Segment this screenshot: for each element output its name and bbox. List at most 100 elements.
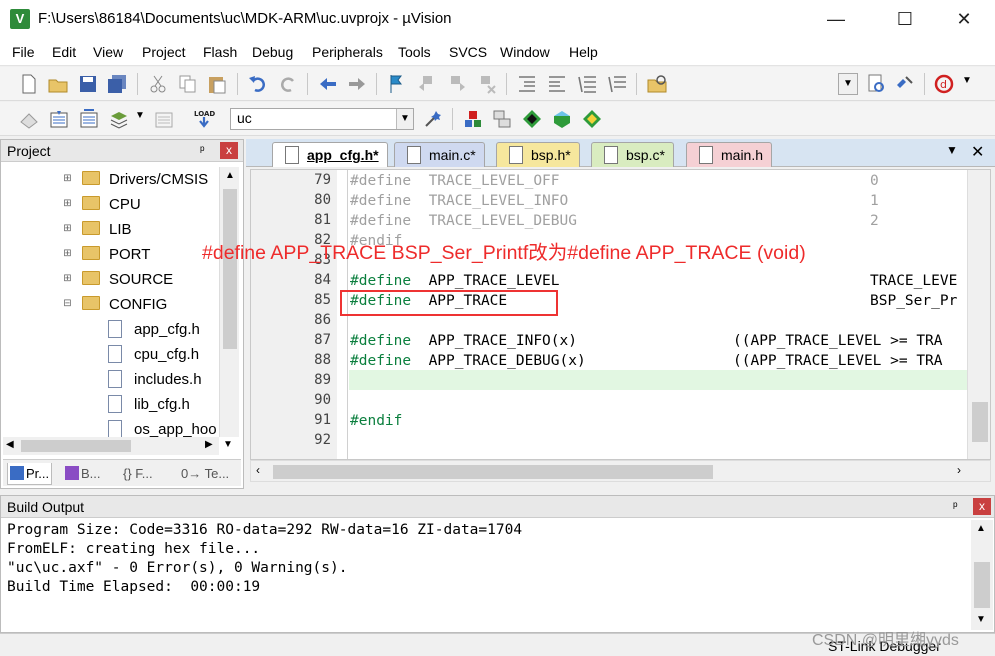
save-icon[interactable] — [77, 73, 99, 95]
batch-build-icon[interactable] — [108, 108, 130, 130]
code-horizontal-scrollbar[interactable]: ‹ › — [250, 460, 991, 482]
unindent-icon[interactable] — [546, 73, 568, 95]
pack-installer-icon[interactable] — [581, 108, 603, 130]
tree-folder-config[interactable]: ⊟ CONFIG — [1, 292, 221, 317]
tree-folder-source[interactable]: ⊞ SOURCE — [1, 267, 221, 292]
expand-icon[interactable]: ⊞ — [63, 174, 72, 184]
menu-window[interactable]: Window — [500, 44, 550, 60]
scroll-left-icon[interactable]: ‹ — [256, 463, 260, 477]
copy-icon[interactable] — [177, 73, 199, 95]
pin-icon[interactable]: ᵖ — [953, 499, 958, 513]
scroll-right-icon[interactable]: › — [957, 463, 961, 477]
target-dropdown-icon[interactable]: ▼ — [396, 109, 413, 129]
manage-multi-project-icon[interactable] — [491, 108, 513, 130]
close-window-button[interactable]: ✕ — [941, 0, 987, 38]
scroll-down-icon[interactable]: ▼ — [976, 614, 986, 625]
tab-bsp-c[interactable]: bsp.c* — [591, 142, 674, 167]
scroll-down-icon[interactable]: ▼ — [223, 439, 233, 450]
scroll-left-icon[interactable]: ◀ — [6, 439, 14, 450]
select-software-packs-icon[interactable] — [551, 108, 573, 130]
scrollbar-thumb[interactable] — [223, 189, 237, 349]
tab-functions[interactable]: {} F... — [121, 463, 155, 485]
code-vertical-scrollbar[interactable] — [967, 170, 990, 459]
stop-build-icon[interactable] — [153, 108, 175, 130]
pin-icon[interactable]: ᵖ — [200, 143, 205, 157]
close-pane-icon[interactable]: x — [973, 498, 991, 515]
save-all-icon[interactable] — [106, 73, 128, 95]
tab-main-c[interactable]: main.c* — [394, 142, 485, 167]
scrollbar-thumb[interactable] — [972, 402, 988, 442]
build-output-scrollbar[interactable]: ▲ ▼ — [971, 520, 993, 630]
manage-project-items-icon[interactable] — [462, 108, 484, 130]
tree-file-lib-cfg-h[interactable]: lib_cfg.h — [1, 392, 221, 417]
menu-help[interactable]: Help — [569, 44, 598, 60]
new-file-icon[interactable] — [18, 73, 40, 95]
menu-file[interactable]: File — [12, 44, 35, 60]
redo-icon[interactable] — [277, 73, 299, 95]
expand-icon[interactable]: ⊞ — [63, 224, 72, 234]
menu-flash[interactable]: Flash — [203, 44, 237, 60]
menu-edit[interactable]: Edit — [52, 44, 76, 60]
tree-vertical-scrollbar[interactable]: ▲ — [219, 167, 239, 437]
comment-icon[interactable] — [576, 73, 598, 95]
target-options-icon[interactable] — [422, 108, 444, 130]
scrollbar-thumb[interactable] — [21, 440, 131, 452]
rebuild-icon[interactable] — [78, 108, 100, 130]
menu-svcs[interactable]: SVCS — [449, 44, 487, 60]
tab-main-h[interactable]: main.h — [686, 142, 773, 167]
scrollbar-thumb[interactable] — [273, 465, 713, 479]
find-replace-icon[interactable] — [894, 73, 916, 95]
manage-run-time-environment-icon[interactable] — [521, 108, 543, 130]
menu-tools[interactable]: Tools — [398, 44, 431, 60]
target-select[interactable]: uc ▼ — [230, 108, 414, 130]
maximize-button[interactable]: ☐ — [882, 0, 928, 38]
tree-folder-drivers-cmsis[interactable]: ⊞ Drivers/CMSIS — [1, 167, 221, 192]
minimize-button[interactable]: — — [813, 0, 859, 38]
nav-back-icon[interactable] — [317, 73, 339, 95]
bookmark-next-icon[interactable] — [446, 73, 468, 95]
find-in-files-icon[interactable] — [646, 73, 668, 95]
translate-icon[interactable] — [18, 108, 40, 130]
indent-icon[interactable] — [516, 73, 538, 95]
incremental-find-icon[interactable] — [865, 73, 887, 95]
tree-file-cpu-cfg-h[interactable]: cpu_cfg.h — [1, 342, 221, 367]
debug-dropdown-icon[interactable]: ▼ — [962, 75, 972, 86]
expand-icon[interactable]: ⊞ — [63, 199, 72, 209]
build-icon[interactable] — [48, 108, 70, 130]
bookmark-prev-icon[interactable] — [416, 73, 438, 95]
tree-folder-lib[interactable]: ⊞ LIB — [1, 217, 221, 242]
tab-bsp-h[interactable]: bsp.h* — [496, 142, 580, 167]
find-combo-dropdown[interactable]: ▼ — [838, 73, 858, 95]
menu-project[interactable]: Project — [142, 44, 186, 60]
load-flash-icon[interactable]: LOAD — [193, 108, 215, 130]
tab-books[interactable]: B... — [63, 463, 103, 485]
scrollbar-thumb[interactable] — [974, 562, 990, 608]
tree-horizontal-scrollbar[interactable]: ◀ ▶ — [3, 437, 219, 455]
uncomment-icon[interactable] — [606, 73, 628, 95]
collapse-icon[interactable]: ⊟ — [63, 299, 72, 309]
menu-peripherals[interactable]: Peripherals — [312, 44, 383, 60]
scroll-up-icon[interactable]: ▲ — [976, 523, 986, 534]
tab-app-cfg-h[interactable]: app_cfg.h* — [272, 142, 388, 167]
scroll-up-icon[interactable]: ▲ — [225, 170, 235, 181]
bookmark-icon[interactable] — [386, 73, 408, 95]
close-tab-icon[interactable]: ✕ — [971, 142, 984, 162]
tree-folder-port[interactable]: ⊞ PORT — [1, 242, 221, 267]
nav-forward-icon[interactable] — [346, 73, 368, 95]
tree-file-includes-h[interactable]: includes.h — [1, 367, 221, 392]
cut-icon[interactable] — [147, 73, 169, 95]
menu-debug[interactable]: Debug — [252, 44, 293, 60]
scroll-right-icon[interactable]: ▶ — [205, 439, 213, 450]
open-file-icon[interactable] — [47, 73, 69, 95]
tree-folder-cpu[interactable]: ⊞ CPU — [1, 192, 221, 217]
undo-icon[interactable] — [247, 73, 269, 95]
debug-session-icon[interactable]: d — [934, 73, 956, 95]
expand-icon[interactable]: ⊞ — [63, 274, 72, 284]
tab-project[interactable]: Pr... — [7, 463, 53, 485]
expand-icon[interactable]: ⊞ — [63, 249, 72, 259]
menu-view[interactable]: View — [93, 44, 123, 60]
close-pane-icon[interactable]: x — [220, 142, 238, 159]
tabs-dropdown-icon[interactable]: ▼ — [946, 143, 958, 157]
tree-file-app-cfg-h[interactable]: app_cfg.h — [1, 317, 221, 342]
paste-icon[interactable] — [206, 73, 228, 95]
